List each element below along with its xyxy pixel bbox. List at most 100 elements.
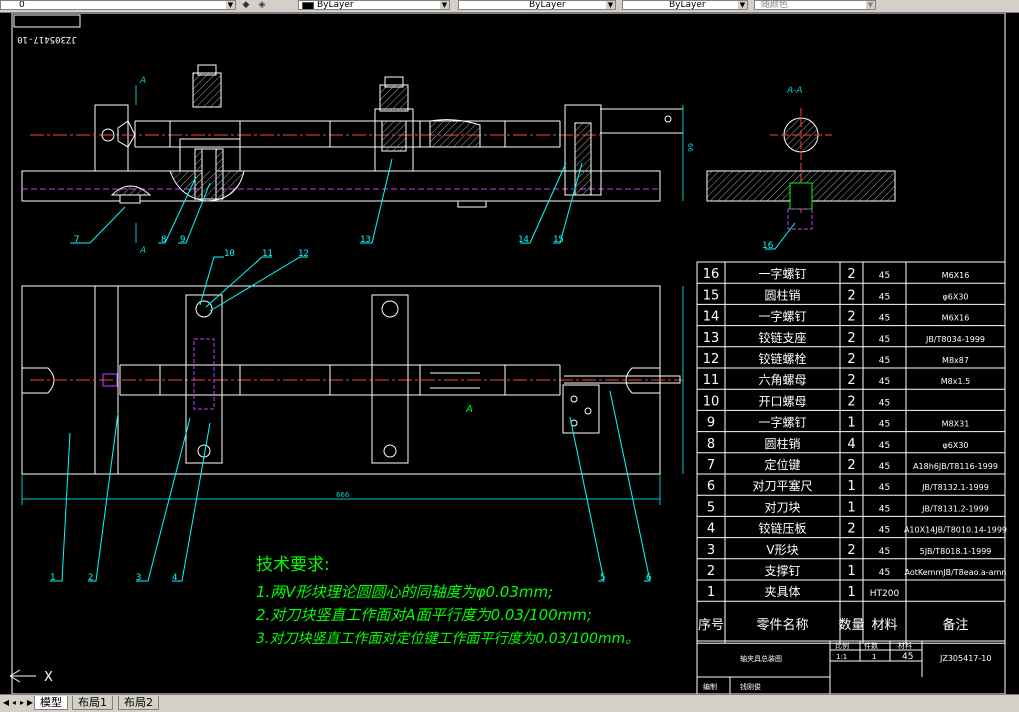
bom-cell-name: 夹具体 (764, 585, 800, 599)
ucs-x-label: X (44, 670, 53, 685)
drawing-code: JZ305417-10 (939, 654, 991, 663)
tab-next-icon[interactable]: ▸ (18, 697, 26, 709)
balloon-13: 13 (360, 235, 371, 245)
section-label-top: A (139, 76, 146, 86)
bom-cell-no: 10 (703, 394, 720, 409)
tech-line-2: 2.对刀块竖直工作面对A面平行度为0.03/100mm; (256, 606, 592, 624)
bom-header-mat: 材料 (871, 618, 897, 633)
bom-cell-mat: 45 (879, 462, 890, 472)
bom-cell-qty: 1 (847, 500, 855, 515)
balloon-12: 12 (298, 249, 309, 259)
drawing-name: 轴夹具总装图 (740, 654, 782, 663)
tech-title: 技术要求: (256, 555, 330, 575)
tab-prev-icon[interactable]: ◂ (10, 697, 18, 709)
bom-table: 16 一字螺钉 2 45 M6X1615 圆柱销 2 45 φ6X3014 一字螺钉 2 45 M6X1… (696, 261, 1007, 644)
chevron-down-icon[interactable]: ▼ (440, 1, 449, 9)
layer-previous-icon[interactable]: ◈ (256, 0, 268, 10)
overall-length-dim: 666 (336, 491, 350, 499)
bom-cell-note: M8x87 (942, 356, 969, 365)
bom-cell-mat: 45 (879, 314, 890, 324)
bom-cell-note: A18h6JB/T8116-1999 (913, 462, 998, 471)
bom-cell-no: 1 (707, 585, 715, 600)
color-combo-value: ByLayer (317, 0, 354, 10)
bom-cell-name: 对刀块 (764, 500, 800, 514)
bom-cell-mat: 45 (879, 547, 890, 557)
balloon-14: 14 (518, 235, 529, 245)
ucs-icon: X (9, 669, 53, 685)
bom-cell-no: 8 (707, 437, 715, 452)
balloon-15: 15 (553, 235, 564, 245)
layer-combo[interactable]: 0 ▼ (0, 0, 236, 10)
bom-cell-note: AotKemmJB/T8eao.a-amn (905, 568, 1007, 577)
tab-layout2[interactable]: 布局2 (118, 696, 159, 710)
bom-cell-note: φ6X30 (942, 292, 968, 301)
properties-toolbar: ▭ 0 ▼ ◆ ◈ ByLayer ▼ ByLayer ▼ ByLayer ▼ … (0, 0, 1019, 13)
color-swatch-icon (302, 2, 314, 9)
chevron-down-icon[interactable]: ▼ (866, 1, 875, 9)
layer-manager-icon[interactable]: ◆ (240, 0, 252, 10)
bom-cell-name: 定位键 (764, 457, 800, 472)
color-combo[interactable]: ByLayer ▼ (298, 0, 450, 10)
balloon-11: 11 (262, 249, 273, 259)
balloon-6: 6 (646, 573, 651, 583)
plotstyle-combo-value: 随颜色 (761, 0, 789, 10)
bom-cell-no: 12 (703, 352, 720, 367)
tab-model[interactable]: 模型 (34, 696, 68, 710)
bom-cell-no: 16 (703, 267, 720, 282)
tech-line-3: 3.对刀块竖直工作面对定位键工作面平行度为0.03/100mm。 (256, 631, 639, 647)
section-label-bottom: A (139, 246, 146, 256)
balloon-16: 16 (762, 241, 774, 251)
chevron-down-icon[interactable]: ▼ (226, 1, 235, 9)
bom-cell-note: M6X16 (942, 314, 970, 323)
linetype-combo[interactable]: ByLayer ▼ (458, 0, 616, 10)
scale-value: 1:1 (836, 653, 847, 661)
mat-value: 45 (902, 652, 913, 662)
tab-last-icon[interactable]: ▶ (26, 697, 34, 709)
bom-cell-no: 13 (703, 331, 720, 346)
bom-header-name: 零件名称 (756, 617, 808, 633)
tab-layout1[interactable]: 布局1 (72, 696, 113, 710)
bom-cell-name: V形块 (766, 543, 798, 557)
bom-cell-mat: 45 (879, 483, 890, 493)
bom-cell-name: 铰链支座 (758, 330, 806, 345)
chevron-down-icon[interactable]: ▼ (738, 1, 747, 9)
bom-header-no: 序号 (698, 618, 724, 633)
bom-cell-qty: 1 (847, 564, 855, 579)
chevron-down-icon[interactable]: ▼ (606, 1, 615, 9)
tech-line-1: 1.两V形块理论圆圆心的同轴度为φ0.03mm; (256, 583, 553, 601)
bom-cell-mat: 45 (879, 568, 890, 578)
bom-cell-note: JB/T8034-1999 (925, 335, 985, 344)
marker-a: A (465, 404, 473, 415)
balloon-10: 10 (224, 249, 235, 259)
bom-cell-note: φ6X30 (942, 441, 968, 450)
qty-value: 1 (872, 653, 876, 661)
bom-cell-mat: 45 (879, 441, 890, 451)
bom-cell-mat: 45 (879, 292, 890, 302)
plotstyle-combo[interactable]: 随颜色 ▼ (754, 0, 876, 10)
front-height-dim: 66 (686, 143, 694, 152)
lineweight-combo[interactable]: ByLayer ▼ (622, 0, 748, 10)
bom-cell-note: M8x1.5 (941, 377, 970, 386)
bom-header-note: 备注 (942, 617, 968, 633)
bom-cell-name: 铰链压板 (758, 521, 806, 536)
mat-label: 材料 (898, 641, 912, 650)
bom-cell-qty: 2 (847, 458, 855, 473)
bom-cell-name: 六角螺母 (758, 373, 806, 387)
balloon-4: 4 (172, 573, 177, 583)
bom-cell-note: 5JB/T8018.1-1999 (920, 547, 992, 556)
bom-cell-no: 3 (707, 543, 715, 558)
bom-cell-qty: 1 (847, 585, 855, 600)
bom-cell-no: 2 (707, 564, 715, 579)
bom-cell-name: 铰链螺栓 (758, 351, 806, 366)
bom-cell-note: M6X16 (942, 271, 970, 280)
bom-cell-name: 支撑钉 (764, 563, 800, 578)
bom-cell-qty: 2 (847, 394, 855, 409)
plan-view: 666 A 10 11 12 1 2 3 4 5 6 (21, 249, 684, 583)
bom-cell-mat: 45 (879, 398, 890, 408)
tab-first-icon[interactable]: ◀ (2, 697, 10, 709)
bom-cell-note: JB/T8132.1-1999 (921, 483, 989, 492)
balloon-7: 7 (74, 235, 79, 245)
drawing-canvas[interactable]: JZ305417-10 66 A A 7 8 9 13 14 15 A-A 16… (0, 13, 1019, 694)
bom-cell-note: M8X31 (942, 420, 970, 429)
bom-cell-no: 4 (707, 522, 715, 537)
